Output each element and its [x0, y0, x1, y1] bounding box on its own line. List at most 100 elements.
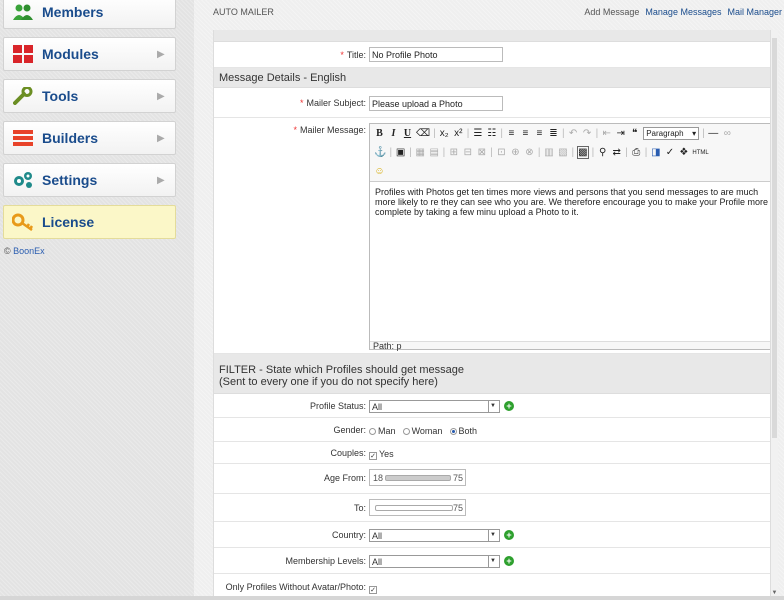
age-to-row: To: 75 — [214, 494, 773, 522]
editor-body[interactable]: Profiles with Photos get ten times more … — [370, 181, 773, 342]
find-icon[interactable]: ⚲ — [597, 147, 608, 158]
smiley-icon[interactable]: ☺ — [374, 166, 385, 177]
horizontal-rule-icon[interactable]: — — [708, 128, 719, 139]
age-from-label: Age From: — [323, 473, 366, 483]
no-avatar-row: Only Profiles Without Avatar/Photo: ✓ — [214, 574, 773, 598]
insert-column-icon[interactable]: ⊠ — [476, 147, 487, 158]
redo-icon[interactable]: ↷ — [582, 128, 593, 139]
format-select[interactable]: Paragraph ▾ — [643, 127, 700, 140]
subscript-button[interactable]: x₂ — [439, 128, 450, 139]
bullet-list-icon[interactable]: ☰ — [472, 128, 483, 139]
italic-button[interactable]: I — [388, 128, 399, 139]
sidebar-item-label: Builders — [42, 130, 99, 146]
link-icon[interactable]: ∞ — [722, 128, 733, 139]
image-icon[interactable]: ▣ — [395, 147, 406, 158]
sidebar-item-builders[interactable]: Builders ▶ — [3, 121, 176, 155]
gender-options: Man Woman Both — [369, 425, 481, 437]
message-details-header: Message Details - English — [214, 68, 773, 88]
visual-aid-icon[interactable]: ▥ — [544, 147, 555, 158]
table-row-icon[interactable]: ▤ — [429, 147, 440, 158]
boonex-link[interactable]: BoonEx — [13, 246, 45, 256]
bold-button[interactable]: B — [374, 128, 385, 139]
page-title: AUTO MAILER — [213, 7, 274, 17]
outdent-icon[interactable]: ⇤ — [601, 128, 612, 139]
mail-manager-link[interactable]: Mail Manager — [727, 7, 782, 17]
add-message-link[interactable]: Add Message — [584, 7, 639, 17]
age-to-track[interactable] — [375, 505, 453, 511]
preview-icon[interactable]: ◨ — [650, 147, 661, 158]
sidebar-item-members[interactable]: Members — [3, 0, 176, 29]
profile-status-select[interactable]: All ▼ — [369, 400, 500, 413]
sidebar-item-tools[interactable]: Tools ▶ — [3, 79, 176, 113]
align-right-icon[interactable]: ≡ — [534, 128, 545, 139]
cell-props-icon[interactable]: ⊡ — [496, 147, 507, 158]
sidebar-item-label: Members — [42, 4, 104, 20]
main-content: AUTO MAILER Add Message Manage Messages … — [194, 0, 784, 600]
no-avatar-checkbox[interactable]: ✓ — [369, 586, 377, 594]
required-marker: * — [340, 50, 344, 60]
sidebar-item-label: License — [42, 214, 95, 230]
manage-messages-link[interactable]: Manage Messages — [645, 7, 721, 17]
gender-man-radio[interactable] — [369, 428, 376, 435]
anchor-icon[interactable]: ⚓ — [374, 147, 386, 158]
subject-input[interactable] — [369, 96, 503, 111]
sidebar-item-license[interactable]: License — [3, 205, 176, 239]
align-center-icon[interactable]: ≡ — [520, 128, 531, 139]
add-icon[interactable]: + — [504, 530, 514, 540]
html-source-icon[interactable]: HTML — [692, 150, 708, 156]
print-icon[interactable]: ⎙ — [631, 147, 642, 158]
indent-icon[interactable]: ⇥ — [615, 128, 626, 139]
sidebar-item-modules[interactable]: Modules ▶ — [3, 37, 176, 71]
align-left-icon[interactable]: ≡ — [506, 128, 517, 139]
sidebar-item-settings[interactable]: Settings ▶ — [3, 163, 176, 197]
superscript-button[interactable]: x² — [453, 128, 464, 139]
couples-label: Couples: — [330, 448, 366, 458]
membership-select[interactable]: All ▼ — [369, 555, 500, 568]
media-icon[interactable]: ❖ — [678, 147, 689, 158]
to-label: To: — [353, 503, 366, 513]
chevron-right-icon: ▶ — [157, 132, 165, 144]
subject-row: * Mailer Subject: — [214, 88, 773, 118]
insert-row-icon[interactable]: ⊞ — [448, 147, 459, 158]
age-to-max-value: 75 — [453, 503, 464, 513]
grid-icon[interactable]: ▧ — [558, 147, 569, 158]
merge-cells-icon[interactable]: ⊕ — [510, 147, 521, 158]
gender-woman-radio[interactable] — [402, 428, 410, 435]
required-marker: * — [299, 98, 304, 108]
chevron-down-icon: ▾ — [692, 129, 697, 138]
age-range-track[interactable] — [385, 475, 451, 481]
horizontal-scrollbar[interactable] — [0, 596, 784, 600]
add-icon[interactable]: + — [504, 556, 514, 566]
page-header: AUTO MAILER Add Message Manage Messages … — [213, 0, 784, 24]
couples-row: Couples: ✓ Yes — [214, 442, 773, 464]
couples-checkbox[interactable]: ✓ — [369, 452, 377, 460]
scrollbar-thumb[interactable] — [772, 38, 777, 438]
blockquote-icon[interactable]: ❝ — [629, 128, 640, 139]
fullscreen-icon[interactable]: ▩ — [577, 146, 589, 159]
align-justify-icon[interactable]: ≣ — [548, 128, 559, 139]
copyright: © BoonEx — [4, 246, 45, 256]
title-input[interactable] — [369, 47, 503, 62]
undo-icon[interactable]: ↶ — [568, 128, 579, 139]
table-icon[interactable]: ▦ — [415, 147, 426, 158]
membership-label: Membership Levels: — [285, 556, 366, 566]
cleanup-icon[interactable]: ✓ — [664, 147, 675, 158]
split-cells-icon[interactable]: ⊗ — [524, 147, 535, 158]
delete-row-icon[interactable]: ⊟ — [462, 147, 473, 158]
age-to-slider[interactable]: 75 — [369, 499, 466, 516]
add-icon[interactable]: + — [504, 401, 514, 411]
age-max-value: 75 — [453, 473, 464, 483]
underline-button[interactable]: U — [402, 128, 413, 139]
age-range-slider[interactable]: 18 75 — [369, 469, 466, 486]
numbered-list-icon[interactable]: ☷ — [486, 128, 497, 139]
country-select[interactable]: All ▼ — [369, 529, 500, 542]
vertical-scrollbar[interactable]: ▼ — [770, 30, 778, 600]
eraser-icon[interactable]: ⌫ — [416, 128, 430, 139]
gender-both-radio[interactable] — [449, 428, 457, 435]
rich-text-editor[interactable]: B I U ⌫ | x₂ x² | ☰ ☷ | ≡ ≡ ≡ ≣ | ↶ ↷ | … — [369, 123, 773, 351]
title-row: * Title: — [214, 42, 773, 68]
editor-toolbar-2: ⚓ | ▣ | ▦ ▤ | ⊞ ⊟ ⊠ | ⊡ ⊕ ⊗ | ▥ ▧ | ▩ | — [374, 146, 709, 159]
builders-icon — [4, 121, 42, 155]
country-row: Country: All ▼ + — [214, 522, 773, 548]
replace-icon[interactable]: ⇄ — [611, 147, 622, 158]
